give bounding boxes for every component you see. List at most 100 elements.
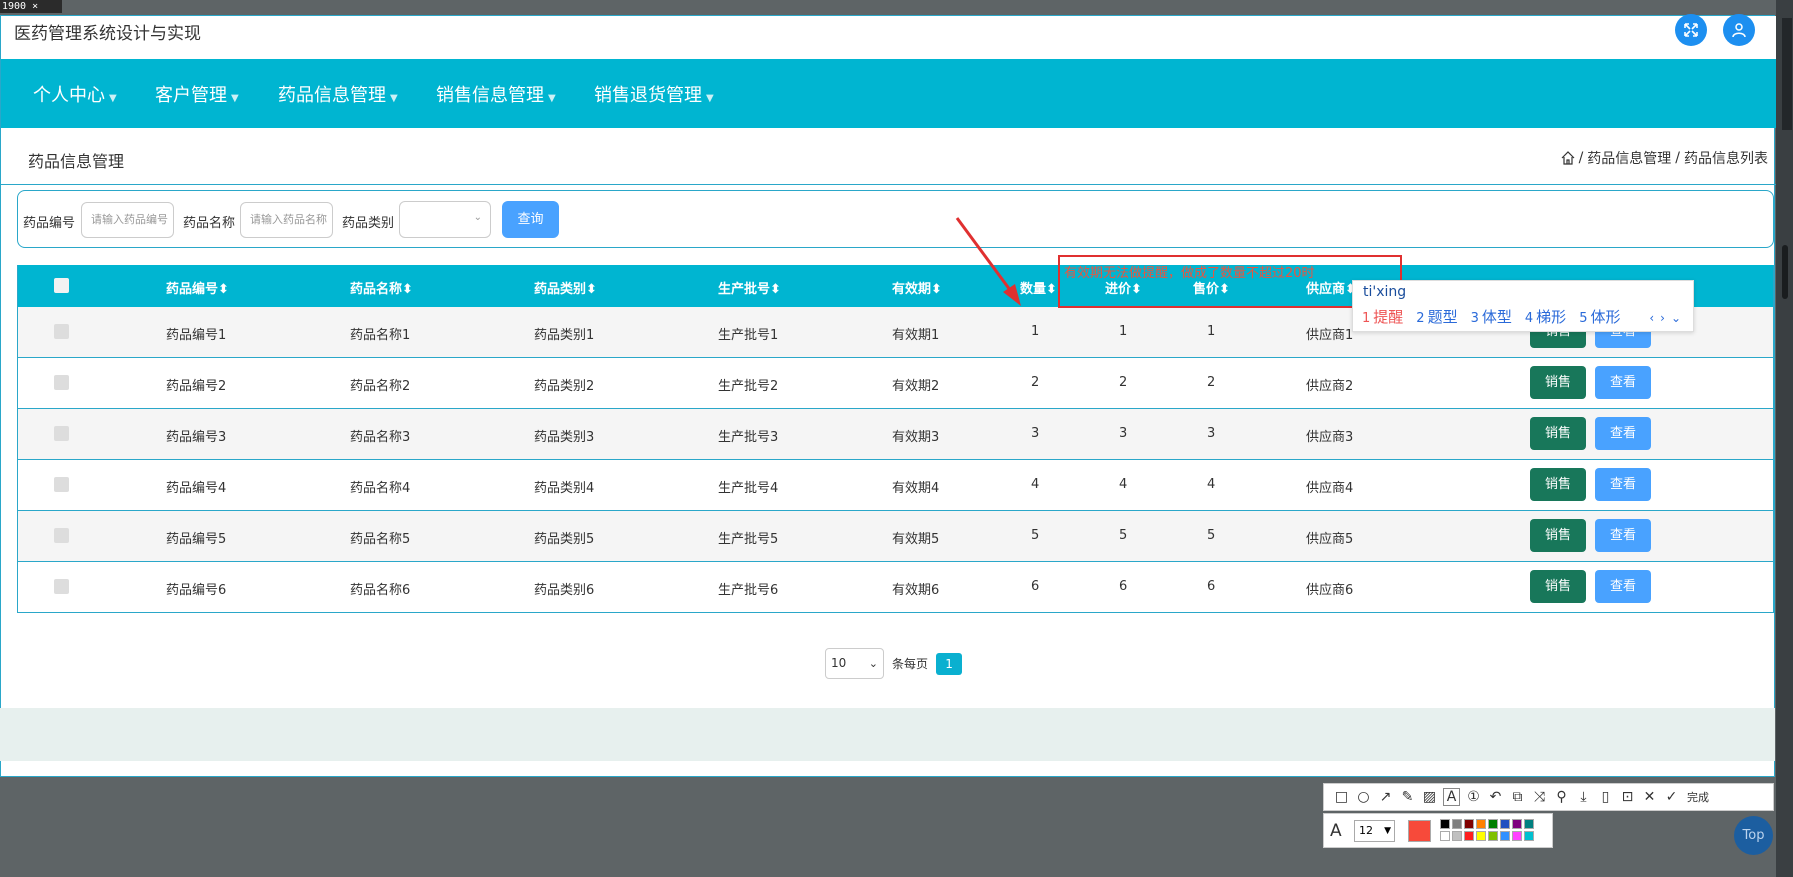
rectangle-tool-icon[interactable]: □ <box>1333 789 1350 805</box>
color-swatch[interactable] <box>1476 819 1486 829</box>
cell-category: 药品类别4 <box>534 481 595 496</box>
nav-item-label: 销售退货管理 <box>594 85 702 106</box>
per-page-label: 条每页 <box>892 657 929 671</box>
row-checkbox[interactable] <box>54 528 69 543</box>
ime-page-nav[interactable]: ‹›⌄ <box>1649 311 1687 325</box>
color-swatch[interactable] <box>1524 819 1534 829</box>
color-swatch[interactable] <box>1512 831 1522 841</box>
ime-candidates: 1 提醒 2 题型 3 体型 4 梯形 5 体形 <box>1362 306 1620 327</box>
color-swatch[interactable] <box>1512 819 1522 829</box>
arrow-tool-icon[interactable]: ↗ <box>1377 789 1394 805</box>
cell-name: 药品名称4 <box>350 481 411 496</box>
cell-supplier: 供应商3 <box>1306 430 1354 445</box>
color-swatch[interactable] <box>1464 819 1474 829</box>
user-button[interactable] <box>1723 14 1755 46</box>
color-swatch[interactable] <box>1440 831 1450 841</box>
breadcrumb-separator: / <box>1675 150 1680 166</box>
cell-name: 药品名称1 <box>350 328 411 343</box>
row-checkbox[interactable] <box>54 477 69 492</box>
sell-button[interactable]: 销售 <box>1530 519 1586 552</box>
cell-cost: 4 <box>1119 477 1128 492</box>
check-icon[interactable]: ✓ <box>1663 789 1680 805</box>
page-size-select[interactable]: 10 ⌄ <box>825 648 884 679</box>
view-button[interactable]: 查看 <box>1595 570 1651 603</box>
view-button[interactable]: 查看 <box>1595 366 1651 399</box>
row-checkbox[interactable] <box>54 375 69 390</box>
ime-candidate[interactable]: 3 体型 <box>1471 306 1512 327</box>
view-button[interactable]: 查看 <box>1595 519 1651 552</box>
color-swatch[interactable] <box>1464 831 1474 841</box>
done-button[interactable]: 完成 <box>1687 789 1709 805</box>
mosaic-tool-icon[interactable]: ▨ <box>1421 789 1438 805</box>
scrollbar-thumb[interactable] <box>1782 18 1792 130</box>
col-header-category[interactable]: 药品类别⬍ <box>534 278 597 297</box>
col-header-expiry[interactable]: 有效期⬍ <box>892 278 942 297</box>
color-swatch[interactable] <box>1524 831 1534 841</box>
sell-button[interactable]: 销售 <box>1530 468 1586 501</box>
col-header-code[interactable]: 药品编号⬍ <box>166 278 229 297</box>
ime-candidate-window: ti'xing 1 提醒 2 题型 3 体型 4 梯形 5 体形 ‹›⌄ <box>1352 280 1694 332</box>
ocr-icon[interactable]: ⧉ <box>1509 789 1526 805</box>
col-header-name[interactable]: 药品名称⬍ <box>350 278 413 297</box>
cell-price: 2 <box>1207 375 1216 390</box>
sell-button[interactable]: 销售 <box>1530 417 1586 450</box>
row-checkbox[interactable] <box>54 579 69 594</box>
sell-button[interactable]: 销售 <box>1530 366 1586 399</box>
color-swatch[interactable] <box>1500 831 1510 841</box>
ime-candidate[interactable]: 4 梯形 <box>1525 306 1566 327</box>
back-to-top-button[interactable]: Top <box>1734 816 1773 855</box>
bookmark-icon[interactable]: ⊡ <box>1619 789 1636 805</box>
select-all-checkbox[interactable] <box>54 278 69 293</box>
category-select[interactable]: ⌄ <box>399 201 491 238</box>
caret-down-icon: ▼ <box>390 93 398 104</box>
color-swatch[interactable] <box>1452 819 1462 829</box>
view-button[interactable]: 查看 <box>1595 468 1651 501</box>
close-icon[interactable]: ✕ <box>1641 789 1658 805</box>
color-swatch[interactable] <box>1488 831 1498 841</box>
text-tool-icon[interactable]: A <box>1443 788 1460 806</box>
nav-item-drug-info[interactable]: 药品信息管理 ▼ <box>278 81 398 107</box>
fullscreen-button[interactable] <box>1675 14 1707 46</box>
download-icon[interactable]: ⤓ <box>1575 789 1592 805</box>
color-swatch[interactable] <box>1452 831 1462 841</box>
phone-icon[interactable]: ▯ <box>1597 789 1614 805</box>
ime-candidate[interactable]: 1 提醒 <box>1362 306 1403 327</box>
row-checkbox[interactable] <box>54 426 69 441</box>
pin-icon[interactable]: ⚲ <box>1553 789 1570 805</box>
name-input[interactable]: 请输入药品名称 <box>240 202 333 238</box>
color-swatch[interactable] <box>1488 819 1498 829</box>
page-number[interactable]: 1 <box>936 652 963 675</box>
ime-candidate[interactable]: 5 体形 <box>1579 306 1620 327</box>
current-color-swatch[interactable] <box>1408 820 1431 842</box>
cell-supplier: 供应商6 <box>1306 583 1354 598</box>
color-swatch[interactable] <box>1476 831 1486 841</box>
query-button[interactable]: 查询 <box>502 201 559 238</box>
expand-icon: ⌄ <box>1670 311 1687 325</box>
pen-tool-icon[interactable]: ✎ <box>1399 789 1416 805</box>
sort-icon: ⬍ <box>1046 282 1057 297</box>
color-swatch[interactable] <box>1440 819 1450 829</box>
code-input[interactable]: 请输入药品编号 <box>81 202 174 238</box>
row-checkbox[interactable] <box>54 324 69 339</box>
undo-icon[interactable]: ↶ <box>1487 789 1504 805</box>
color-swatch[interactable] <box>1500 819 1510 829</box>
home-icon[interactable] <box>1561 151 1575 165</box>
nav-item-returns[interactable]: 销售退货管理 ▼ <box>594 81 714 107</box>
sell-button[interactable]: 销售 <box>1530 570 1586 603</box>
name-label: 药品名称 <box>183 216 236 231</box>
ime-candidate[interactable]: 2 题型 <box>1416 306 1457 327</box>
col-header-qty[interactable]: 数量⬍ <box>1020 278 1057 297</box>
ellipse-tool-icon[interactable]: ○ <box>1355 789 1372 805</box>
app-title: 医药管理系统设计与实现 <box>14 24 201 44</box>
col-header-batch[interactable]: 生产批号⬍ <box>718 278 781 297</box>
number-tool-icon[interactable]: ① <box>1465 789 1482 805</box>
nav-item-sales[interactable]: 销售信息管理 ▼ <box>436 81 556 107</box>
breadcrumb-item[interactable]: 药品信息管理 <box>1587 148 1671 168</box>
scrollbar-thumb-secondary[interactable] <box>1782 245 1788 299</box>
nav-item-customers[interactable]: 客户管理 ▼ <box>155 81 239 107</box>
page-scrollbar[interactable] <box>1776 0 1793 877</box>
nav-item-personal[interactable]: 个人中心 ▼ <box>33 81 117 107</box>
translate-icon[interactable]: ⤨ <box>1531 789 1548 805</box>
font-size-select[interactable]: 12 ▼ <box>1354 820 1395 842</box>
view-button[interactable]: 查看 <box>1595 417 1651 450</box>
